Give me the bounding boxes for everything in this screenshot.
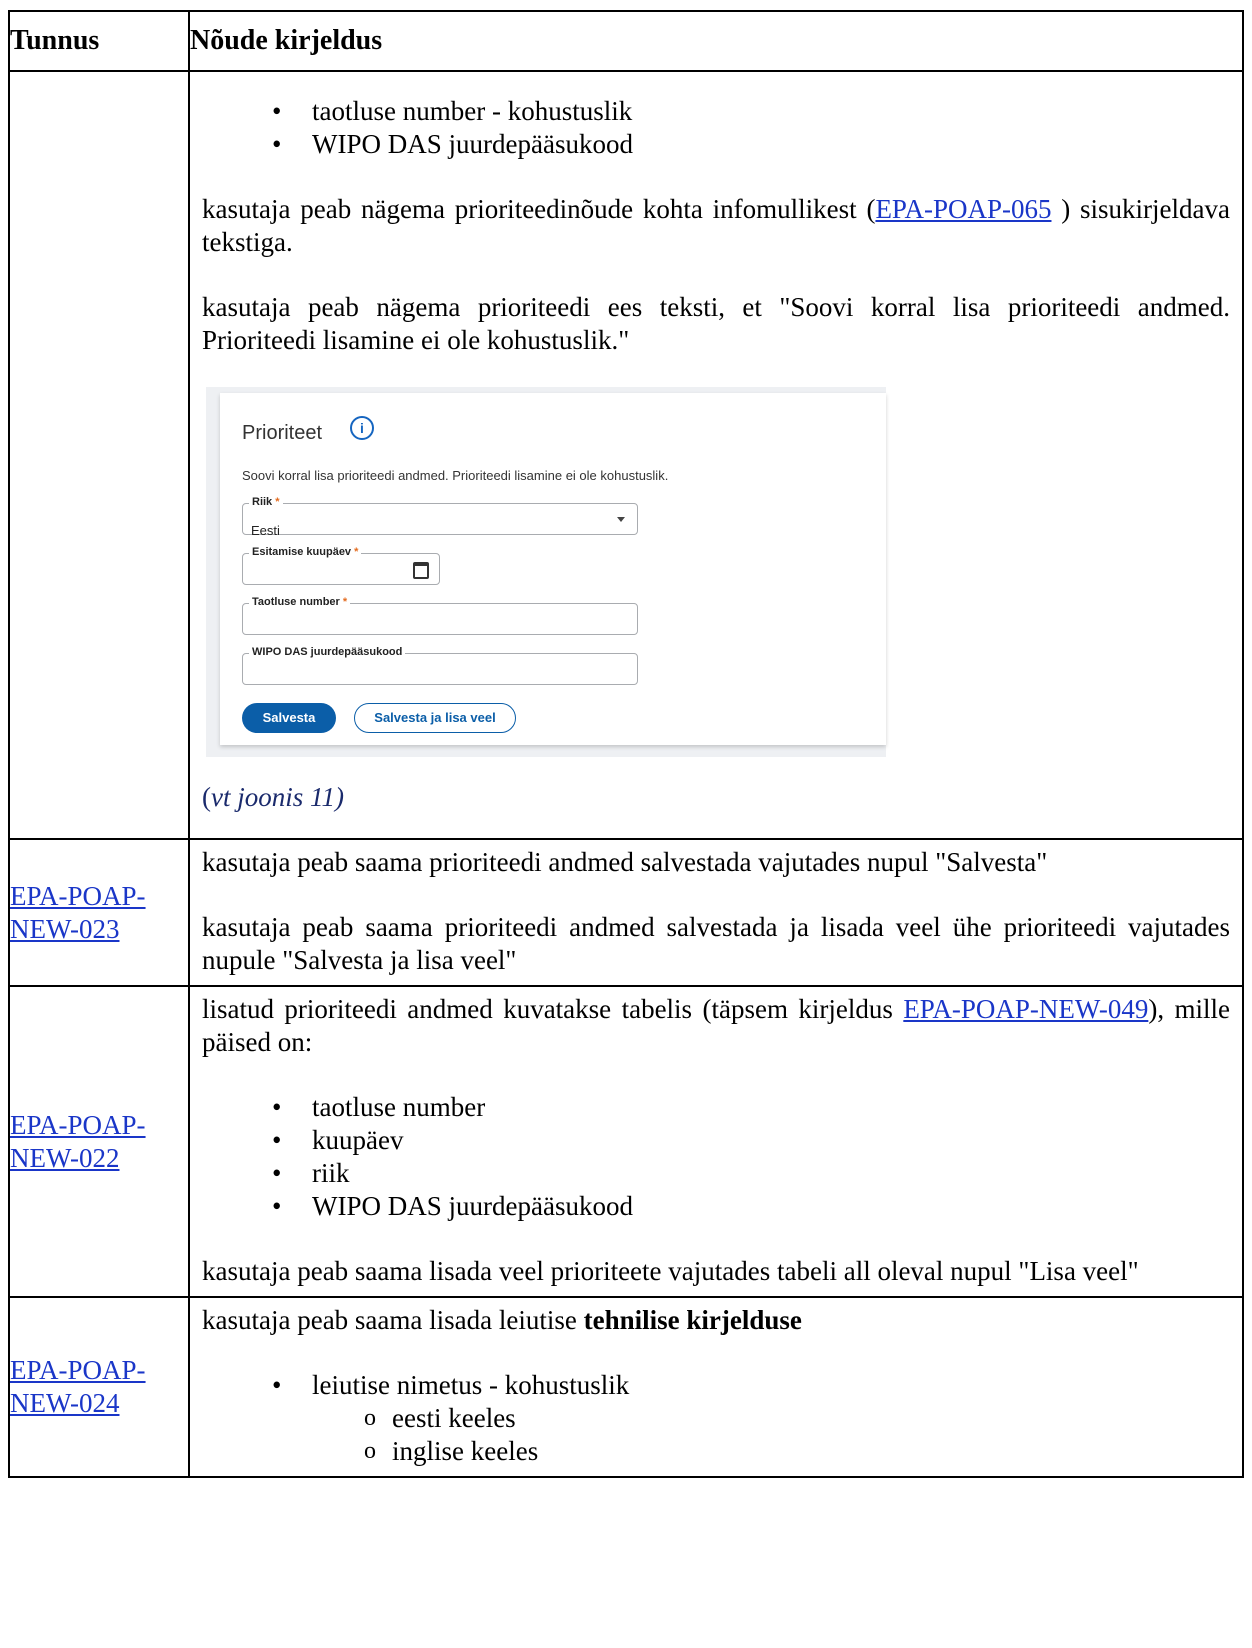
requirement-id-link[interactable]: EPA-POAP-NEW-023	[10, 880, 150, 946]
id-cell: EPA-POAP-NEW-023	[8, 838, 190, 987]
field-label: Taotluse number *	[249, 594, 351, 609]
requirement-id-link[interactable]: EPA-POAP-NEW-022	[10, 1109, 150, 1175]
text: lisatud prioriteedi andmed kuvatakse tab…	[202, 994, 904, 1024]
list-item: taotluse number - kohustuslik	[272, 95, 1230, 128]
list-item: riik	[272, 1157, 1230, 1190]
sub-list-item: inglise keeles	[364, 1435, 1230, 1468]
save-button[interactable]: Salvesta	[242, 702, 336, 733]
bullet-list: taotluse number - kohustuslik WIPO DAS j…	[202, 95, 1230, 161]
requirements-table: Tunnus Nõude kirjeldus taotluse number -…	[8, 10, 1244, 1478]
field-label: WIPO DAS juurdepääsukood	[249, 644, 406, 659]
country-value: Eesti	[251, 522, 280, 538]
id-cell: EPA-POAP-NEW-022	[8, 985, 190, 1298]
paragraph: kasutaja peab saama lisada leiutise tehn…	[202, 1304, 1230, 1337]
table-row: taotluse number - kohustuslik WIPO DAS j…	[8, 70, 1244, 840]
field-label: Esitamise kuupäev *	[249, 544, 362, 559]
card-hint: Soovi korral lisa prioriteedi andmed. Pr…	[242, 467, 669, 483]
calendar-icon[interactable]	[413, 561, 429, 579]
table-row: EPA-POAP-NEW-023 kasutaja peab saama pri…	[8, 838, 1244, 987]
description-cell: taotluse number - kohustuslik WIPO DAS j…	[188, 70, 1244, 840]
bold-text: tehnilise kirjelduse	[583, 1305, 802, 1335]
list-item: WIPO DAS juurdepääsukood	[272, 128, 1230, 161]
paragraph: kasutaja peab nägema prioriteedi ees tek…	[202, 291, 1230, 355]
paragraph: kasutaja peab nägema prioriteedinõude ko…	[202, 193, 1230, 259]
priority-card: Prioriteet i Soovi korral lisa prioritee…	[220, 392, 886, 745]
description-cell: lisatud prioriteedi andmed kuvatakse tab…	[188, 985, 1244, 1298]
text: kasutaja peab nägema prioriteedinõude ko…	[202, 193, 876, 224]
list-item: leiutise nimetus - kohustuslik eesti kee…	[272, 1369, 1230, 1468]
info-icon[interactable]: i	[350, 415, 374, 440]
wipo-das-field[interactable]: WIPO DAS juurdepääsukood	[242, 644, 638, 685]
requirement-link[interactable]: EPA-POAP-065	[875, 194, 1051, 224]
list-item: kuupäev	[272, 1124, 1230, 1157]
paragraph: kasutaja peab saama prioriteedi andmed s…	[202, 912, 1230, 975]
table-row: EPA-POAP-NEW-024 kasutaja peab saama lis…	[8, 1296, 1244, 1478]
header-id: Tunnus	[8, 10, 190, 72]
field-label: Riik *	[249, 494, 283, 509]
date-field[interactable]: Esitamise kuupäev *	[242, 544, 440, 585]
id-cell-empty	[8, 70, 190, 840]
paragraph: kasutaja peab saama prioriteedi andmed s…	[202, 847, 1048, 877]
table-row: EPA-POAP-NEW-022 lisatud prioriteedi and…	[8, 985, 1244, 1298]
country-select[interactable]: Riik * Eesti	[242, 494, 638, 538]
id-cell: EPA-POAP-NEW-024	[8, 1296, 190, 1478]
list-item: WIPO DAS juurdepääsukood	[272, 1190, 1230, 1223]
paragraph: lisatud prioriteedi andmed kuvatakse tab…	[202, 993, 1230, 1059]
bullet-list: leiutise nimetus - kohustuslik eesti kee…	[202, 1369, 1230, 1468]
chevron-down-icon	[617, 516, 625, 522]
figure-reference: (vt joonis 11)	[202, 781, 344, 812]
description-cell: kasutaja peab saama prioriteedi andmed s…	[188, 838, 1244, 987]
list-item: taotluse number	[272, 1091, 1230, 1124]
sub-list-item: eesti keeles	[364, 1402, 1230, 1435]
form-screenshot: Prioriteet i Soovi korral lisa prioritee…	[206, 386, 886, 757]
requirement-id-link[interactable]: EPA-POAP-NEW-024	[10, 1354, 150, 1420]
table-header-row: Tunnus Nõude kirjeldus	[8, 10, 1244, 72]
paragraph: kasutaja peab saama lisada veel priorite…	[202, 1256, 1139, 1286]
header-description: Nõude kirjeldus	[188, 10, 1244, 72]
application-number-field[interactable]: Taotluse number *	[242, 594, 638, 635]
sub-list: eesti keeles inglise keeles	[312, 1402, 1230, 1468]
save-and-add-button[interactable]: Salvesta ja lisa veel	[354, 702, 516, 733]
description-cell: kasutaja peab saama lisada leiutise tehn…	[188, 1296, 1244, 1478]
card-title: Prioriteet	[242, 421, 323, 444]
text: kasutaja peab saama lisada leiutise	[202, 1305, 584, 1335]
bullet-list: taotluse number kuupäev riik WIPO DAS ju…	[202, 1091, 1230, 1223]
requirement-link[interactable]: EPA-POAP-NEW-049	[903, 994, 1148, 1024]
